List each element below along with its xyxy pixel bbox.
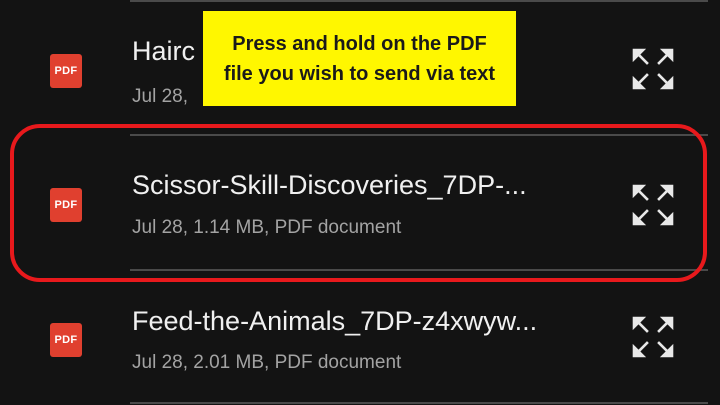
expand-arrows-icon[interactable] <box>628 180 678 230</box>
callout-line-1: Press and hold on the PDF <box>232 32 487 55</box>
list-divider <box>130 134 708 136</box>
file-name: Hairc <box>132 36 196 66</box>
pdf-badge-label: PDF <box>54 65 78 77</box>
expand-arrows-icon[interactable] <box>628 312 678 362</box>
pdf-badge-label: PDF <box>54 334 78 346</box>
pdf-file-icon: PDF <box>50 188 82 222</box>
list-divider <box>130 402 708 404</box>
list-divider <box>130 0 708 2</box>
file-meta: Jul 28, <box>132 86 188 107</box>
callout-line-2: file you wish to send via text <box>223 62 496 85</box>
instruction-callout: Press and hold on the PDF file you wish … <box>203 11 516 106</box>
expand-arrows-icon[interactable] <box>628 44 678 94</box>
pdf-file-icon: PDF <box>50 323 82 357</box>
pdf-file-icon: PDF <box>50 54 82 88</box>
file-name: Scissor-Skill-Discoveries_7DP-... <box>132 170 527 200</box>
list-divider <box>130 269 708 271</box>
file-meta: Jul 28, 1.14 MB, PDF document <box>132 217 402 238</box>
file-name: Feed-the-Animals_7DP-z4xwyw... <box>132 306 538 336</box>
file-list-item[interactable]: PDF Scissor-Skill-Discoveries_7DP-... Ju… <box>0 137 720 267</box>
pdf-badge-label: PDF <box>54 199 78 211</box>
file-list-item[interactable]: PDF Feed-the-Animals_7DP-z4xwyw... Jul 2… <box>0 272 720 402</box>
file-meta: Jul 28, 2.01 MB, PDF document <box>132 352 402 373</box>
